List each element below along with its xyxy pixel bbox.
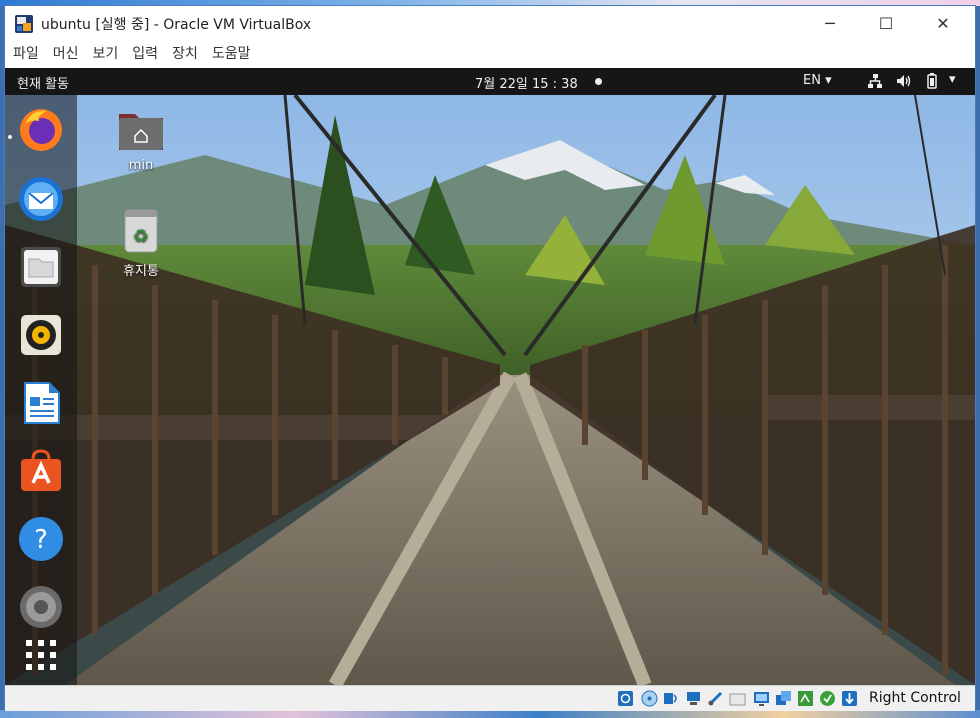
- activities-button[interactable]: 현재 활동: [17, 73, 69, 92]
- close-button[interactable]: ✕: [920, 6, 966, 40]
- files-icon[interactable]: [17, 243, 65, 291]
- video-capture-icon[interactable]: [775, 690, 792, 707]
- battery-icon[interactable]: [925, 72, 939, 90]
- settings-gear-icon[interactable]: [17, 583, 65, 631]
- hard-disk-icon[interactable]: [617, 690, 634, 707]
- vm-status-bar: Right Control: [5, 685, 975, 711]
- usb-icon[interactable]: [707, 690, 724, 707]
- notification-dot-icon: [595, 78, 602, 85]
- title-bar[interactable]: ubuntu [실행 중] - Oracle VM VirtualBox ─ ☐…: [5, 6, 975, 40]
- svg-text:♻: ♻: [133, 226, 149, 247]
- home-folder-label: min: [128, 158, 154, 173]
- virtualbox-app-icon: [15, 15, 33, 33]
- network-adapter-icon[interactable]: [685, 690, 702, 707]
- help-icon[interactable]: ?: [17, 515, 65, 563]
- svg-text:?: ?: [34, 525, 48, 555]
- menu-devices[interactable]: 장치: [165, 40, 205, 68]
- optical-drive-icon[interactable]: [641, 690, 658, 707]
- vm-display[interactable]: 현재 활동 7월 22일 15 : 38 EN ▾ ▾ ? min ♻ 휴지통: [5, 68, 975, 685]
- home-folder-shortcut[interactable]: min: [106, 108, 176, 173]
- rhythmbox-icon[interactable]: [17, 311, 65, 359]
- clock[interactable]: 7월 22일 15 : 38: [475, 73, 578, 92]
- home-folder-icon: [119, 114, 163, 150]
- host-key-label: Right Control: [869, 690, 961, 706]
- menu-machine[interactable]: 머신: [46, 40, 86, 68]
- maximize-button[interactable]: ☐: [863, 6, 909, 40]
- minimize-button[interactable]: ─: [807, 6, 853, 40]
- trash-shortcut[interactable]: ♻ 휴지통: [106, 208, 176, 279]
- audio-icon[interactable]: [663, 690, 680, 707]
- thunderbird-icon[interactable]: [17, 175, 65, 223]
- guest-additions-icon[interactable]: [819, 690, 836, 707]
- desktop-wallpaper: [5, 95, 975, 685]
- ubuntu-software-icon[interactable]: [17, 447, 65, 495]
- firefox-icon[interactable]: [17, 105, 65, 153]
- virtualbox-window: ubuntu [실행 중] - Oracle VM VirtualBox ─ ☐…: [5, 6, 975, 711]
- menu-view[interactable]: 보기: [86, 40, 126, 68]
- ubuntu-dock: ?: [5, 95, 77, 685]
- window-title: ubuntu [실행 중] - Oracle VM VirtualBox: [41, 17, 312, 33]
- network-icon[interactable]: [867, 72, 883, 90]
- menu-bar: 파일 머신 보기 입력 장치 도움말: [5, 40, 975, 68]
- display-icon[interactable]: [753, 690, 770, 707]
- menu-file[interactable]: 파일: [5, 40, 46, 68]
- gnome-top-bar: 현재 활동 7월 22일 15 : 38 EN ▾ ▾: [5, 68, 975, 95]
- libreoffice-writer-icon[interactable]: [17, 379, 65, 427]
- shared-folders-icon[interactable]: [729, 690, 746, 707]
- cpu-activity-icon[interactable]: [797, 690, 814, 707]
- trash-icon: ♻: [124, 209, 158, 253]
- trash-label: 휴지통: [123, 264, 159, 279]
- menu-help[interactable]: 도움말: [205, 40, 258, 68]
- show-applications-grid-icon[interactable]: [17, 631, 65, 679]
- volume-icon[interactable]: [895, 72, 913, 90]
- menu-input[interactable]: 입력: [125, 40, 165, 68]
- host-desktop-bottom: [0, 710, 980, 718]
- input-language-selector[interactable]: EN ▾: [803, 73, 832, 88]
- mouse-integration-icon[interactable]: [841, 690, 858, 707]
- system-menu-arrow-icon[interactable]: ▾: [949, 72, 956, 90]
- running-indicator-icon: [8, 135, 12, 139]
